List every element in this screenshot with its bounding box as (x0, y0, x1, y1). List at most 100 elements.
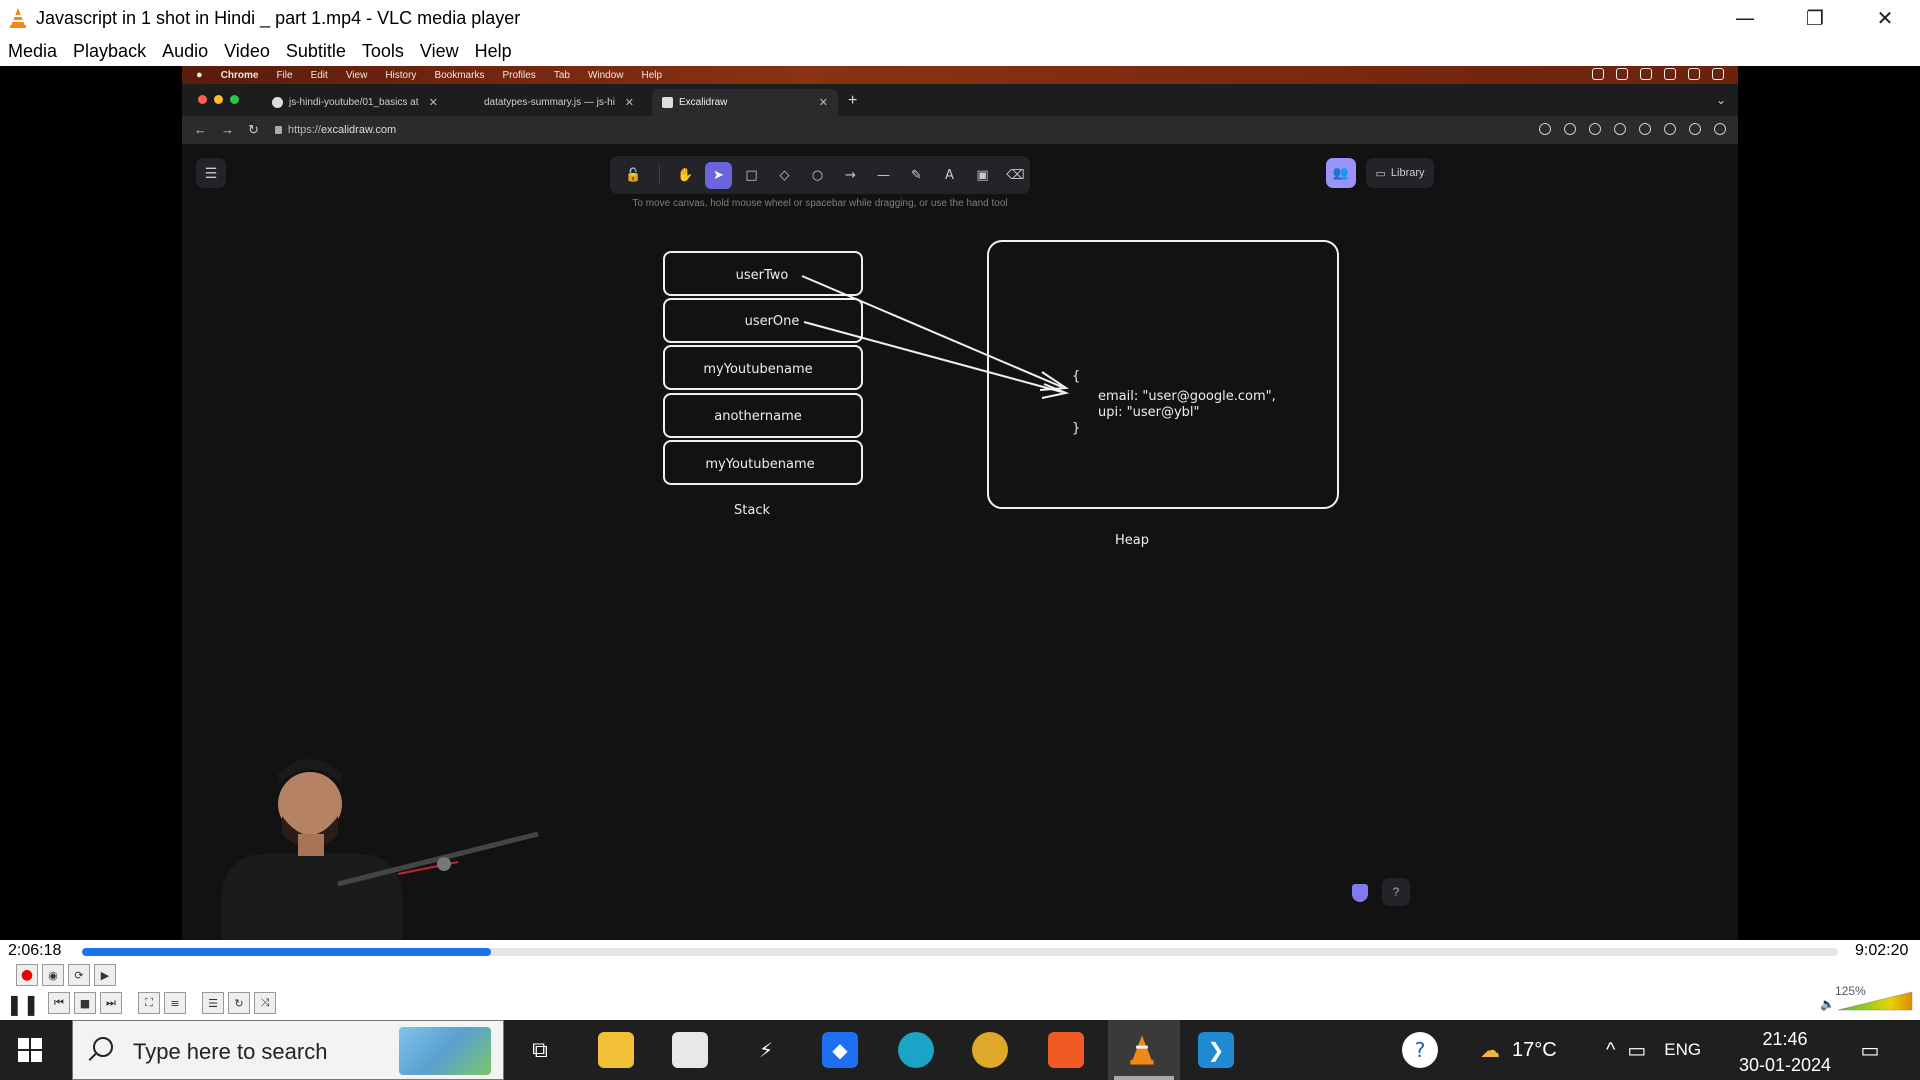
mac-menu-bar: ● Chrome File Edit View History Bookmark… (182, 66, 1738, 84)
record-button[interactable]: ● (16, 964, 38, 986)
frame-step-button[interactable]: ▶ (94, 964, 116, 986)
vlc-cone-icon (1130, 1035, 1154, 1065)
shuffle-button[interactable]: ⤨ (254, 992, 276, 1014)
snapshot-button[interactable]: ◉ (42, 964, 64, 986)
menu-subtitle[interactable]: Subtitle (286, 41, 346, 62)
edge-icon[interactable] (898, 1032, 934, 1068)
chevron-down-icon: ⌄ (1715, 93, 1726, 107)
stack-item-label: userTwo (736, 268, 789, 283)
vscode-icon[interactable]: ❯ (1198, 1032, 1234, 1068)
brave-icon[interactable] (1048, 1032, 1084, 1068)
task-view-icon[interactable]: ⧉ (522, 1032, 558, 1068)
window-title: Javascript in 1 shot in Hindi _ part 1.m… (36, 7, 521, 28)
video-area[interactable]: ● Chrome File Edit View History Bookmark… (0, 66, 1920, 940)
chevron-up-icon[interactable]: ^ (1606, 1039, 1615, 1062)
loop-button[interactable]: ↻ (228, 992, 250, 1014)
system-clock[interactable]: 21:46 30-01-2024 (1730, 1026, 1840, 1078)
search-placeholder: Type here to search (133, 1039, 328, 1064)
battery-icon[interactable]: ▭ (1627, 1038, 1646, 1063)
battery-icon (1688, 68, 1700, 80)
presenter-image (222, 759, 539, 940)
search-icon (93, 1037, 113, 1057)
mac-menu-app: Chrome (220, 69, 259, 81)
help-badge-icon[interactable]: ? (1402, 1032, 1438, 1068)
heap-brace-close: } (1072, 421, 1080, 436)
excalidraw-favicon-icon (662, 97, 673, 108)
menu-help[interactable]: Help (475, 41, 512, 62)
heap-object-line: upi: "user@ybl" (1098, 405, 1200, 420)
heap-box (987, 240, 1339, 509)
heap-object-line: email: "user@google.com", (1098, 389, 1276, 404)
microsoft-store-icon[interactable] (672, 1032, 708, 1068)
heap-brace-open: { (1072, 369, 1080, 384)
traffic-lights (198, 95, 239, 104)
seek-bar-row: 2:06:18 9:02:20 (0, 940, 1920, 962)
restore-button[interactable]: ❐ (1780, 0, 1850, 36)
stack-item-label: myYoutubename (705, 457, 814, 472)
close-dot-icon (198, 95, 207, 104)
share-icon (1589, 123, 1601, 135)
browser-tab: datatypes-summary.js — js-hi ✕ (458, 89, 644, 116)
seek-progress (82, 948, 492, 956)
elapsed-time: 2:06:18 (8, 942, 62, 959)
chrome-icon[interactable] (972, 1032, 1008, 1068)
playlist-button[interactable]: ☰ (202, 992, 224, 1014)
mac-menu-view: View (345, 69, 368, 81)
previous-button[interactable]: ⏮ (48, 992, 70, 1014)
zoom-dot-icon (230, 95, 239, 104)
fullscreen-button[interactable]: ⛶ (138, 992, 160, 1014)
apple-icon: ● (196, 69, 203, 81)
weather-widget[interactable]: ☁ 17°C (1480, 1020, 1557, 1080)
menu-audio[interactable]: Audio (162, 41, 208, 62)
mac-status-icons (1592, 68, 1724, 80)
tab-label: js-hindi-youtube/01_basics at (289, 97, 419, 108)
mac-menu-help: Help (641, 69, 663, 81)
close-button[interactable]: ✕ (1850, 0, 1920, 36)
windows-start-icon[interactable] (18, 1038, 42, 1062)
volume-slider[interactable]: 🔈 (1820, 988, 1916, 1012)
menu-video[interactable]: Video (224, 41, 270, 62)
stop-button[interactable]: ■ (74, 992, 96, 1014)
notification-icon[interactable]: ▭ (1852, 1032, 1888, 1068)
taskbar-search[interactable]: Type here to search (72, 1020, 504, 1080)
help-icon: ? (1382, 878, 1410, 906)
vlc-title-bar: Javascript in 1 shot in Hindi _ part 1.m… (0, 0, 1920, 36)
mac-menu-profiles: Profiles (502, 69, 536, 81)
puzzle-icon (1664, 123, 1676, 135)
vlc-taskbar-icon[interactable] (1124, 1032, 1160, 1068)
forward-icon: → (221, 122, 234, 137)
new-tab-icon: + (848, 92, 858, 109)
windows-taskbar: Type here to search ⧉ ⚡ ◆ ❯ ? ☁ 17°C ^ ▭… (0, 1020, 1920, 1080)
menu-media[interactable]: Media (8, 41, 57, 62)
tab-label: datatypes-summary.js — js-hi (484, 97, 615, 108)
tab-label: Excalidraw (679, 97, 728, 108)
clock-time: 21:46 (1762, 1029, 1808, 1049)
browser-address-bar: ← → ↻ https://excalidraw.com (182, 116, 1738, 144)
dropbox-icon[interactable]: ◆ (822, 1032, 858, 1068)
heap-label: Heap (1115, 533, 1149, 548)
loop-ab-button[interactable]: ⟳ (68, 964, 90, 986)
menu-tools[interactable]: Tools (362, 41, 404, 62)
menu-playback[interactable]: Playback (73, 41, 146, 62)
url-field: https://excalidraw.com (274, 124, 396, 136)
browser-tab-strip: js-hindi-youtube/01_basics at ✕ datatype… (182, 84, 1738, 116)
mac-menu-history: History (385, 69, 417, 81)
app-icon[interactable]: ⚡ (748, 1032, 784, 1068)
file-explorer-icon[interactable] (598, 1032, 634, 1068)
browser-tab-active: Excalidraw ✕ (652, 89, 838, 116)
tab-close-icon: ✕ (624, 97, 634, 109)
menu-view[interactable]: View (420, 41, 459, 62)
next-button[interactable]: ⏭ (100, 992, 122, 1014)
total-time: 9:02:20 (1855, 942, 1909, 959)
minimize-dot-icon (214, 95, 223, 104)
google-icon (1539, 123, 1551, 135)
mac-menu-file: File (276, 69, 293, 81)
clock-icon (1712, 68, 1724, 80)
status-icon (1592, 68, 1604, 80)
pause-button[interactable]: ❚❚ (6, 992, 40, 1016)
language-indicator[interactable]: ENG (1664, 1040, 1701, 1060)
extended-settings-button[interactable]: ≡ (164, 992, 186, 1014)
minimize-button[interactable]: — (1710, 0, 1780, 36)
reload-icon: ↻ (248, 122, 259, 137)
seek-slider[interactable] (82, 948, 1838, 956)
